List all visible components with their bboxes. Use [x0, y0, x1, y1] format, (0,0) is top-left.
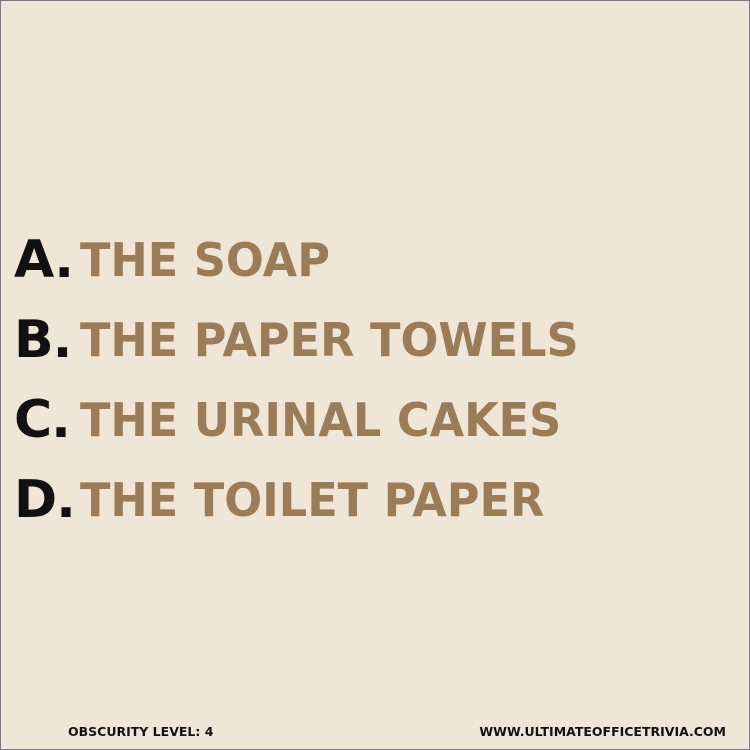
answer-c: C. THE URINAL CAKES	[14, 380, 734, 460]
answer-a: A. THE SOAP	[14, 220, 734, 300]
answer-b-letter: B.	[14, 310, 72, 370]
answer-a-letter: A.	[14, 230, 74, 290]
website-url: WWW.ULTIMATEOFFICETRIVIA.COM	[479, 724, 726, 739]
answer-a-text: THE SOAP	[80, 233, 330, 287]
answer-c-text: THE URINAL CAKES	[80, 393, 562, 447]
answer-b-text: THE PAPER TOWELS	[80, 313, 579, 367]
answer-c-letter: C.	[14, 390, 71, 450]
answer-d: D. THE TOILET PAPER	[14, 460, 734, 540]
answer-list: A. THE SOAP B. THE PAPER TOWELS C. THE U…	[14, 220, 734, 540]
obscurity-level: OBSCURITY LEVEL: 4	[68, 724, 214, 739]
answer-d-letter: D.	[14, 470, 76, 530]
answer-b: B. THE PAPER TOWELS	[14, 300, 734, 380]
answer-d-text: THE TOILET PAPER	[80, 473, 545, 527]
